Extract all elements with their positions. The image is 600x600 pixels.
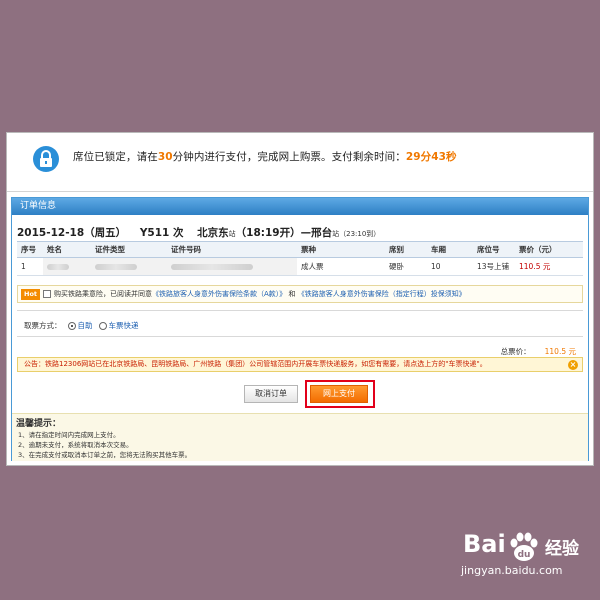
train-summary: 2015-12-18（周五） Y511 次 北京东站（18:19开）—邢台站（2… xyxy=(17,225,380,240)
column-header: 车厢 xyxy=(427,241,473,258)
paw-icon: du xyxy=(510,532,538,561)
total-amount: 110.5 元 xyxy=(544,347,576,356)
ticket-fetch-method: 取票方式： 自助 车票快递 xyxy=(24,320,139,331)
lock-message-part: 席位已锁定，请在 xyxy=(73,151,158,163)
close-icon[interactable]: × xyxy=(568,360,578,370)
cancel-order-button[interactable]: 取消订单 xyxy=(244,385,298,403)
id-number-blurred xyxy=(167,257,297,276)
online-pay-button[interactable]: 网上支付 xyxy=(310,385,368,403)
depart-time: （18:19开） xyxy=(235,227,301,239)
baidu-jingyan-watermark: Bai du 经验 jingyan.baidu.com xyxy=(455,530,595,594)
separator xyxy=(7,191,593,192)
ticket-type: 成人票 xyxy=(297,257,385,276)
lock-minutes: 30 xyxy=(157,151,173,163)
lock-message: 席位已锁定，请在30分钟内进行支付，完成网上购票。支付剩余时间：29分43秒 xyxy=(73,149,457,164)
tip-item: 2、逾期未支付，系统将取消本次交易。 xyxy=(18,441,133,449)
column-header: 票价（元） xyxy=(515,241,583,258)
insurance-and: 和 xyxy=(288,290,296,298)
tips-title: 温馨提示： xyxy=(16,419,62,429)
passenger-name-blurred xyxy=(43,257,91,276)
hot-badge: Hot xyxy=(21,288,41,300)
self-service-radio[interactable] xyxy=(67,322,76,330)
station-suffix: 站 xyxy=(228,230,236,238)
insurance-notice-link[interactable]: 《铁路旅客人身意外伤害保险（指定行程）投保须知》 xyxy=(298,290,466,298)
lock-icon xyxy=(33,146,59,172)
to-station: 邢台 xyxy=(311,227,333,239)
insurance-checkbox[interactable] xyxy=(43,290,52,298)
watermark-url: jingyan.baidu.com xyxy=(461,564,563,577)
dash: — xyxy=(300,227,312,239)
insurance-text: 购买铁路乘意险，已阅读并同意 xyxy=(54,290,153,298)
lock-message-part: 分钟内进行支付，完成网上购票。支付剩余时间： xyxy=(172,151,406,163)
tip-item: 1、请在指定时间内完成网上支付。 xyxy=(18,431,120,439)
watermark-logo: Bai xyxy=(463,530,506,558)
column-header: 票种 xyxy=(297,241,385,258)
total-label: 总票价： xyxy=(500,347,531,356)
svg-text:du: du xyxy=(518,550,531,560)
insurance-row: Hot 购买铁路乘意险，已阅读并同意《铁路旅客人身意外伤害保险条款（A款）》 和 … xyxy=(17,285,583,303)
watermark-brand: Bai xyxy=(463,530,506,558)
travel-date: 2015-12-18（周五） xyxy=(17,227,127,239)
column-header: 序号 xyxy=(17,241,43,258)
car-number: 10 xyxy=(427,257,473,276)
tip-item: 3、在完成支付或取消本订单之前，您将无法购买其他车票。 xyxy=(18,451,192,459)
passenger-table: 序号 姓名 证件类型 证件号码 票种 席别 车厢 席位号 票价（元） 1 成人票… xyxy=(17,241,583,276)
remaining-time: 29分43秒 xyxy=(405,151,457,163)
self-service-label[interactable]: 自助 xyxy=(78,321,93,330)
announcement-text: 公告：铁路12306网站已在北京铁路局、昆明铁路局、广州铁路（集团）公司管辖范围… xyxy=(24,360,487,368)
order-page: 席位已锁定，请在30分钟内进行支付，完成网上购票。支付剩余时间：29分43秒 订… xyxy=(6,132,594,466)
total-price: 总票价： 110.5 元 xyxy=(501,346,576,357)
tips-section: 温馨提示： 1、请在指定时间内完成网上支付。 2、逾期未支付，系统将取消本次交易… xyxy=(12,413,588,461)
seat-number: 13号上铺 xyxy=(473,257,515,276)
announcement-bar: 公告：铁路12306网站已在北京铁路局、昆明铁路局、广州铁路（集团）公司管辖范围… xyxy=(17,357,583,372)
watermark-jingyan: 经验 xyxy=(545,539,579,559)
column-header: 证件类型 xyxy=(91,241,167,258)
table-header-row: 序号 姓名 证件类型 证件号码 票种 席别 车厢 席位号 票价（元） xyxy=(17,241,583,258)
column-header: 证件号码 xyxy=(167,241,297,258)
express-delivery-radio[interactable] xyxy=(98,322,107,330)
arrive-time: （23:10到） xyxy=(339,230,381,238)
train-number: Y511 次 xyxy=(139,227,184,239)
column-header: 席位号 xyxy=(473,241,515,258)
divider xyxy=(17,336,583,337)
order-info-panel: 订单信息 2015-12-18（周五） Y511 次 北京东站（18:19开）—… xyxy=(11,197,589,461)
panel-header: 订单信息 xyxy=(12,198,588,215)
column-header: 席别 xyxy=(385,241,427,258)
id-type-blurred xyxy=(91,257,167,276)
row-index: 1 xyxy=(17,257,43,276)
fetch-label: 取票方式： xyxy=(24,321,62,330)
column-header: 姓名 xyxy=(43,241,91,258)
from-station: 北京东 xyxy=(197,227,229,239)
table-row: 1 成人票 硬卧 10 13号上铺 110.5 元 xyxy=(17,257,583,276)
seat-class: 硬卧 xyxy=(385,257,427,276)
lock-banner: 席位已锁定，请在30分钟内进行支付，完成网上购票。支付剩余时间：29分43秒 xyxy=(7,133,593,191)
insurance-terms-link[interactable]: 《铁路旅客人身意外伤害保险条款（A款）》 xyxy=(152,290,286,298)
divider xyxy=(17,310,583,311)
ticket-price: 110.5 元 xyxy=(515,257,583,276)
express-delivery-label[interactable]: 车票快递 xyxy=(109,321,139,330)
